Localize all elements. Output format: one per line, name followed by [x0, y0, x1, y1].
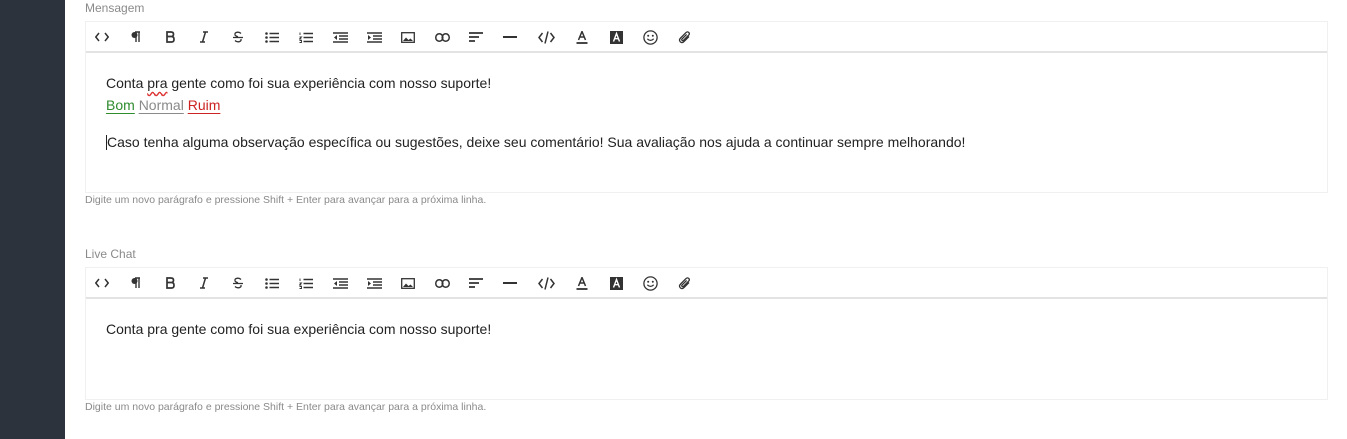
italic-icon[interactable]	[192, 272, 216, 294]
livechat-editor: Conta pra gente como foi sua experiência…	[85, 267, 1328, 400]
message-label: Mensagem	[85, 1, 145, 15]
background-color-icon[interactable]	[604, 26, 628, 48]
strikethrough-icon[interactable]	[226, 272, 250, 294]
bold-icon[interactable]	[158, 26, 182, 48]
emoji-icon[interactable]	[638, 272, 662, 294]
image-icon[interactable]	[396, 26, 420, 48]
code-icon[interactable]	[534, 26, 558, 48]
rating-links: Bom Normal Ruim	[106, 97, 220, 113]
message-editor: Conta pra gente como foi sua experiência…	[85, 21, 1328, 193]
rating-ruim-link[interactable]: Ruim	[188, 97, 221, 113]
message-hint: Digite um novo parágrafo e pressione Shi…	[85, 194, 487, 206]
line1-text-end: gente como foi sua experiência com nosso…	[167, 75, 492, 91]
link-icon[interactable]	[430, 26, 454, 48]
horizontal-rule-icon[interactable]	[498, 26, 522, 48]
code-view-icon[interactable]	[90, 272, 114, 294]
outdent-icon[interactable]	[328, 272, 352, 294]
link-icon[interactable]	[430, 272, 454, 294]
message-line-2: Caso tenha alguma observação específica …	[106, 134, 965, 150]
align-icon[interactable]	[464, 26, 488, 48]
outdent-icon[interactable]	[328, 26, 352, 48]
line2-text: Caso tenha alguma observação específica …	[107, 134, 966, 150]
paragraph-icon[interactable]	[124, 272, 148, 294]
code-icon[interactable]	[534, 272, 558, 294]
bullet-list-icon[interactable]	[260, 272, 284, 294]
attachment-icon[interactable]	[672, 272, 696, 294]
attachment-icon[interactable]	[672, 26, 696, 48]
livechat-hint: Digite um novo parágrafo e pressione Shi…	[85, 401, 487, 413]
rating-bom-link[interactable]: Bom	[106, 97, 135, 113]
line1-text-start: Conta	[106, 75, 148, 91]
italic-icon[interactable]	[192, 26, 216, 48]
indent-icon[interactable]	[362, 26, 386, 48]
image-icon[interactable]	[396, 272, 420, 294]
livechat-toolbar	[86, 268, 1327, 299]
livechat-line-1: Conta pra gente como foi sua experiência…	[106, 321, 492, 337]
sidebar-rail	[0, 0, 65, 439]
livechat-label: Live Chat	[85, 247, 136, 261]
bullet-list-icon[interactable]	[260, 26, 284, 48]
code-view-icon[interactable]	[90, 26, 114, 48]
spellcheck-word: pra	[147, 75, 168, 91]
message-toolbar	[86, 22, 1327, 53]
message-line-1: Conta pra gente como foi sua experiência…	[106, 75, 491, 91]
background-color-icon[interactable]	[604, 272, 628, 294]
indent-icon[interactable]	[362, 272, 386, 294]
numbered-list-icon[interactable]	[294, 272, 318, 294]
bold-icon[interactable]	[158, 272, 182, 294]
text-color-icon[interactable]	[570, 26, 594, 48]
emoji-icon[interactable]	[638, 26, 662, 48]
paragraph-icon[interactable]	[124, 26, 148, 48]
align-icon[interactable]	[464, 272, 488, 294]
text-color-icon[interactable]	[570, 272, 594, 294]
strikethrough-icon[interactable]	[226, 26, 250, 48]
rating-normal-link[interactable]: Normal	[139, 97, 184, 113]
numbered-list-icon[interactable]	[294, 26, 318, 48]
horizontal-rule-icon[interactable]	[498, 272, 522, 294]
